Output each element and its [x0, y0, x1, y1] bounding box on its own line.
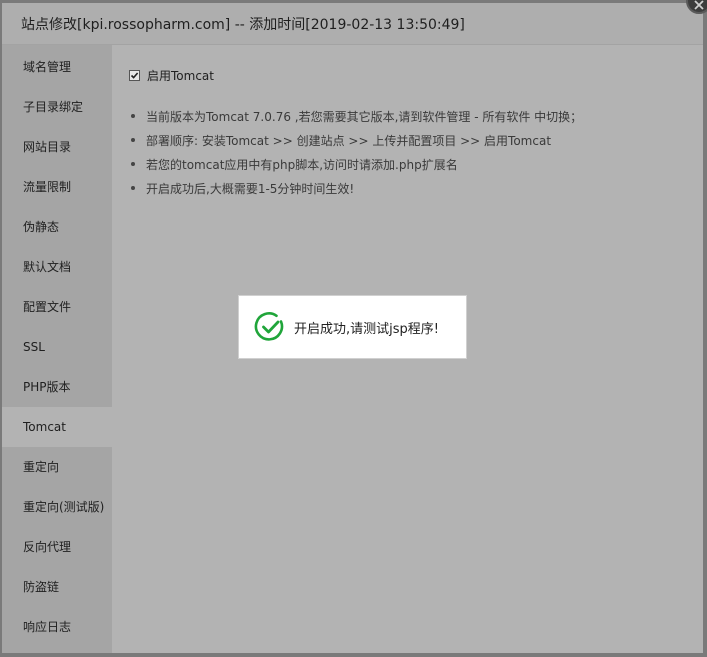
bullet-icon: [131, 114, 135, 118]
dialog-title: 站点修改[kpi.rossopharm.com] -- 添加时间[2019-02…: [21, 17, 465, 33]
sidebar-item-subdir[interactable]: 子目录绑定: [2, 87, 112, 127]
enable-tomcat-label: 启用Tomcat: [147, 69, 214, 83]
bullet-icon: [131, 162, 135, 166]
bullet-icon: [131, 138, 135, 142]
sidebar-item-hotlink[interactable]: 防盗链: [2, 567, 112, 607]
note-text: 开启成功后,大概需要1-5分钟时间生效!: [146, 182, 355, 196]
check-circle-icon: [254, 312, 284, 341]
sidebar-item-traffic-limit[interactable]: 流量限制: [2, 167, 112, 207]
tomcat-notes-list: 当前版本为Tomcat 7.0.76 ,若您需要其它版本,请到软件管理 - 所有…: [129, 108, 582, 204]
enable-tomcat-checkbox[interactable]: [129, 70, 140, 81]
enable-tomcat-row[interactable]: 启用Tomcat: [129, 67, 214, 84]
list-item: 部署顺序: 安装Tomcat >> 创建站点 >> 上传并配置项目 >> 启用T…: [129, 132, 582, 156]
sidebar-item-default-doc[interactable]: 默认文档: [2, 247, 112, 287]
list-item: 当前版本为Tomcat 7.0.76 ,若您需要其它版本,请到软件管理 - 所有…: [129, 108, 582, 132]
sidebar-item-php-version[interactable]: PHP版本: [2, 367, 112, 407]
sidebar-item-redirect-beta[interactable]: 重定向(测试版): [2, 487, 112, 527]
bullet-icon: [131, 186, 135, 190]
note-text: 若您的tomcat应用中有php脚本,访问时请添加.php扩展名: [146, 158, 458, 172]
note-text: 部署顺序: 安装Tomcat >> 创建站点 >> 上传并配置项目 >> 启用T…: [146, 134, 552, 148]
success-toast: 开启成功,请测试jsp程序!: [238, 295, 467, 359]
sidebar-item-rewrite[interactable]: 伪静态: [2, 207, 112, 247]
site-edit-dialog: 站点修改[kpi.rossopharm.com] -- 添加时间[2019-02…: [2, 3, 703, 653]
checkmark-icon: [130, 72, 139, 79]
toast-message: 开启成功,请测试jsp程序!: [294, 321, 439, 337]
sidebar-item-domain[interactable]: 域名管理: [2, 47, 112, 87]
sidebar-item-reverse-proxy[interactable]: 反向代理: [2, 527, 112, 567]
sidebar-item-site-dir[interactable]: 网站目录: [2, 127, 112, 167]
sidebar-item-config-file[interactable]: 配置文件: [2, 287, 112, 327]
sidebar-item-ssl[interactable]: SSL: [2, 327, 112, 367]
dialog-titlebar[interactable]: 站点修改[kpi.rossopharm.com] -- 添加时间[2019-02…: [2, 3, 703, 45]
sidebar-item-redirect[interactable]: 重定向: [2, 447, 112, 487]
close-icon: [694, 0, 704, 10]
sidebar: 域名管理 子目录绑定 网站目录 流量限制 伪静态 默认文档 配置文件 SSL P…: [2, 45, 112, 653]
note-text: 当前版本为Tomcat 7.0.76 ,若您需要其它版本,请到软件管理 - 所有…: [146, 110, 583, 124]
sidebar-item-tomcat[interactable]: Tomcat: [2, 407, 112, 447]
list-item: 开启成功后,大概需要1-5分钟时间生效!: [129, 180, 582, 204]
sidebar-item-response-log[interactable]: 响应日志: [2, 607, 112, 647]
list-item: 若您的tomcat应用中有php脚本,访问时请添加.php扩展名: [129, 156, 582, 180]
